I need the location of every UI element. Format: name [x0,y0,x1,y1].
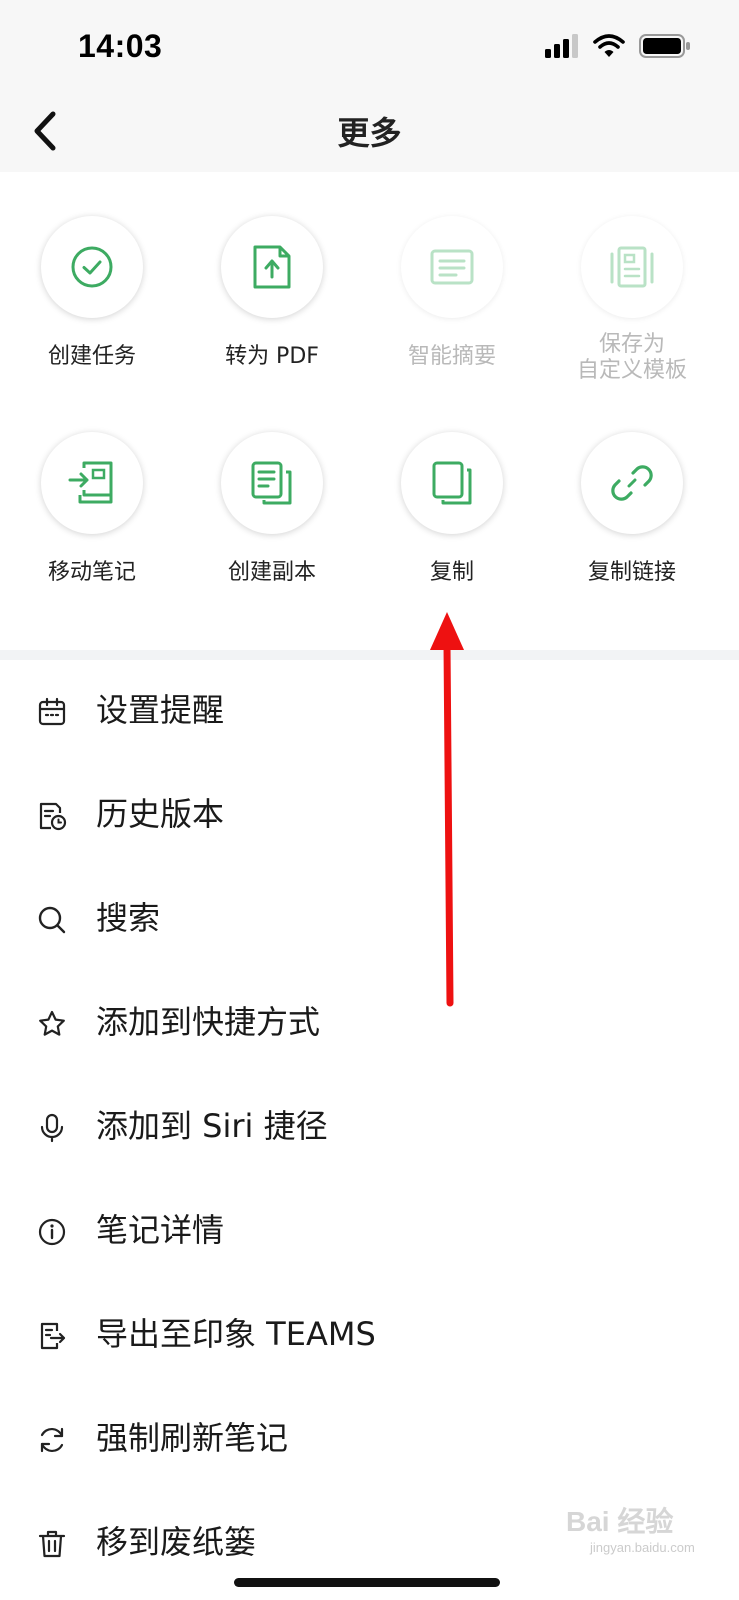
move-note-icon [68,461,113,504]
add-shortcut-label: 添加到快捷方式 [96,1003,321,1041]
convert-pdf-button[interactable]: 转为 PDF [181,216,363,370]
add-siri-row[interactable]: 添加到 Siri 捷径 [0,1076,739,1180]
home-indicator [234,1578,500,1587]
note-details-label: 笔记详情 [96,1211,225,1249]
export-teams-label: 导出至印象 TEAMS [96,1315,376,1353]
copy-link-circle [581,432,683,534]
file-upload-icon [253,245,291,289]
smart-summary-button[interactable]: 智能摘要 [361,216,543,370]
action-grid: 创建任务 转为 PDF 智能摘要 保存为 自定义模板 移动笔记 创建副本 复制 … [0,172,739,650]
note-details-row[interactable]: 笔记详情 [0,1180,739,1284]
create-copy-circle [221,432,323,534]
history-label: 历史版本 [96,795,225,833]
save-template-button[interactable]: 保存为 自定义模板 [541,216,723,384]
convert-pdf-label: 转为 PDF [225,344,319,369]
microphone-icon [40,1113,64,1143]
status-time: 14:03 [78,28,163,64]
nav-bar: 更多 [0,90,739,173]
move-note-label: 移动笔记 [47,560,136,585]
create-copy-label: 创建副本 [227,560,316,585]
copy-circle [401,432,503,534]
export-teams-row[interactable]: 导出至印象 TEAMS [0,1284,739,1388]
copy-link-button[interactable]: 复制链接 [541,432,723,586]
trash-icon [38,1530,66,1558]
calendar-icon [38,697,66,726]
add-siri-label: 添加到 Siri 捷径 [96,1107,328,1145]
template-icon [610,246,654,288]
force-refresh-label: 强制刷新笔记 [96,1419,289,1457]
history-icon [39,802,67,831]
watermark-url: jingyan.baidu.com [590,1540,695,1555]
set-reminder-label: 设置提醒 [96,691,225,729]
smart-summary-label: 智能摘要 [407,344,496,369]
create-copy-button[interactable]: 创建副本 [181,432,363,586]
watermark-logo: Bai 经验 [566,1506,674,1537]
move-note-circle [41,432,143,534]
search-label: 搜索 [96,899,161,937]
page-title: 更多 [337,114,402,152]
smart-summary-circle [401,216,503,318]
search-row[interactable]: 搜索 [0,868,739,972]
status-bar: 14:03 [0,0,739,90]
history-row[interactable]: 历史版本 [0,764,739,868]
star-icon [39,1010,65,1036]
create-task-label: 创建任务 [47,344,136,369]
create-task-circle [41,216,143,318]
refresh-icon [40,1427,64,1453]
copy-button[interactable]: 复制 [361,432,543,586]
link-icon [611,465,653,501]
section-divider [0,650,739,660]
save-template-label-line1: 保存为 [598,332,665,357]
copy-label: 复制 [429,560,474,585]
battery-icon [639,34,690,58]
search-icon [38,906,66,934]
info-icon [38,1218,66,1246]
duplicate-icon [251,461,292,505]
copy-link-label: 复制链接 [587,560,676,585]
force-refresh-row[interactable]: 强制刷新笔记 [0,1388,739,1492]
save-template-circle [581,216,683,318]
wifi-icon [593,34,625,57]
export-icon [40,1322,66,1350]
save-template-label: 保存为 自定义模板 [577,332,687,384]
set-reminder-row[interactable]: 设置提醒 [0,660,739,764]
convert-pdf-circle [221,216,323,318]
status-icons [545,34,691,58]
cellular-signal-icon [545,34,578,58]
check-circle-icon [71,246,113,288]
create-task-button[interactable]: 创建任务 [1,216,183,370]
summary-icon [430,249,474,285]
save-template-label-line2: 自定义模板 [576,358,687,383]
move-note-button[interactable]: 移动笔记 [1,432,183,586]
copy-icon [432,461,472,505]
move-to-trash-label: 移到废纸篓 [96,1523,257,1561]
add-shortcut-row[interactable]: 添加到快捷方式 [0,972,739,1076]
menu-list: 设置提醒 历史版本 搜索 添加到快捷方式 添加到 Siri 捷径 笔记详情 导出… [0,660,739,1596]
